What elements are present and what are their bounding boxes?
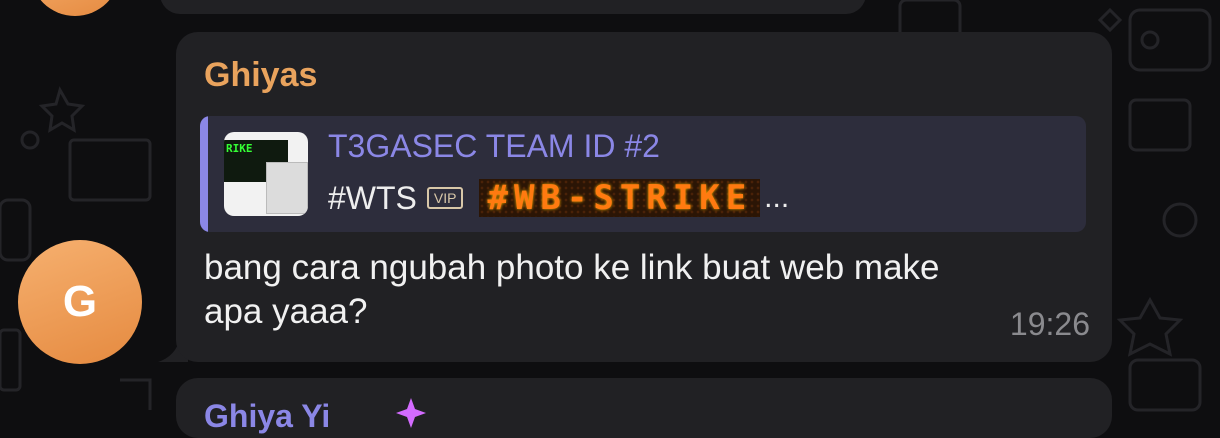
message-text: bang cara ngubah photo ke link buat web … [204,248,940,331]
sparkle-emoji-icon [396,398,426,428]
led-banner: #WB-STRIKE [479,178,761,218]
reply-ellipsis: ... [764,181,790,214]
message-bubble[interactable]: Ghiyas RIKE T3GASEC TEAM ID #2 #WTS VIP … [176,32,1112,362]
reply-title: T3GASEC TEAM ID #2 [328,128,660,164]
sender-name[interactable]: Ghiyas [204,56,317,95]
previous-message-bubble [160,0,866,14]
reply-preview[interactable]: RIKE T3GASEC TEAM ID #2 #WTS VIP #WB-STR… [200,116,1086,232]
avatar-letter: G [62,277,98,326]
message-timestamp: 19:26 [1009,306,1090,342]
reply-accent-bar [200,116,208,232]
vip-badge-icon: VIP [426,187,464,209]
sender-avatar[interactable]: G [18,240,142,364]
next-sender-name[interactable]: Ghiya Yi [204,398,330,435]
reply-thumbnail: RIKE [224,132,308,216]
reply-snippet: #WTS VIP #WB-STRIKE ... [328,178,789,218]
reply-hashtag: #WTS [328,179,417,216]
next-message-bubble[interactable]: Ghiya Yi [176,378,1112,438]
thumbnail-document [266,162,308,214]
thumbnail-text: RIKE [226,142,253,155]
